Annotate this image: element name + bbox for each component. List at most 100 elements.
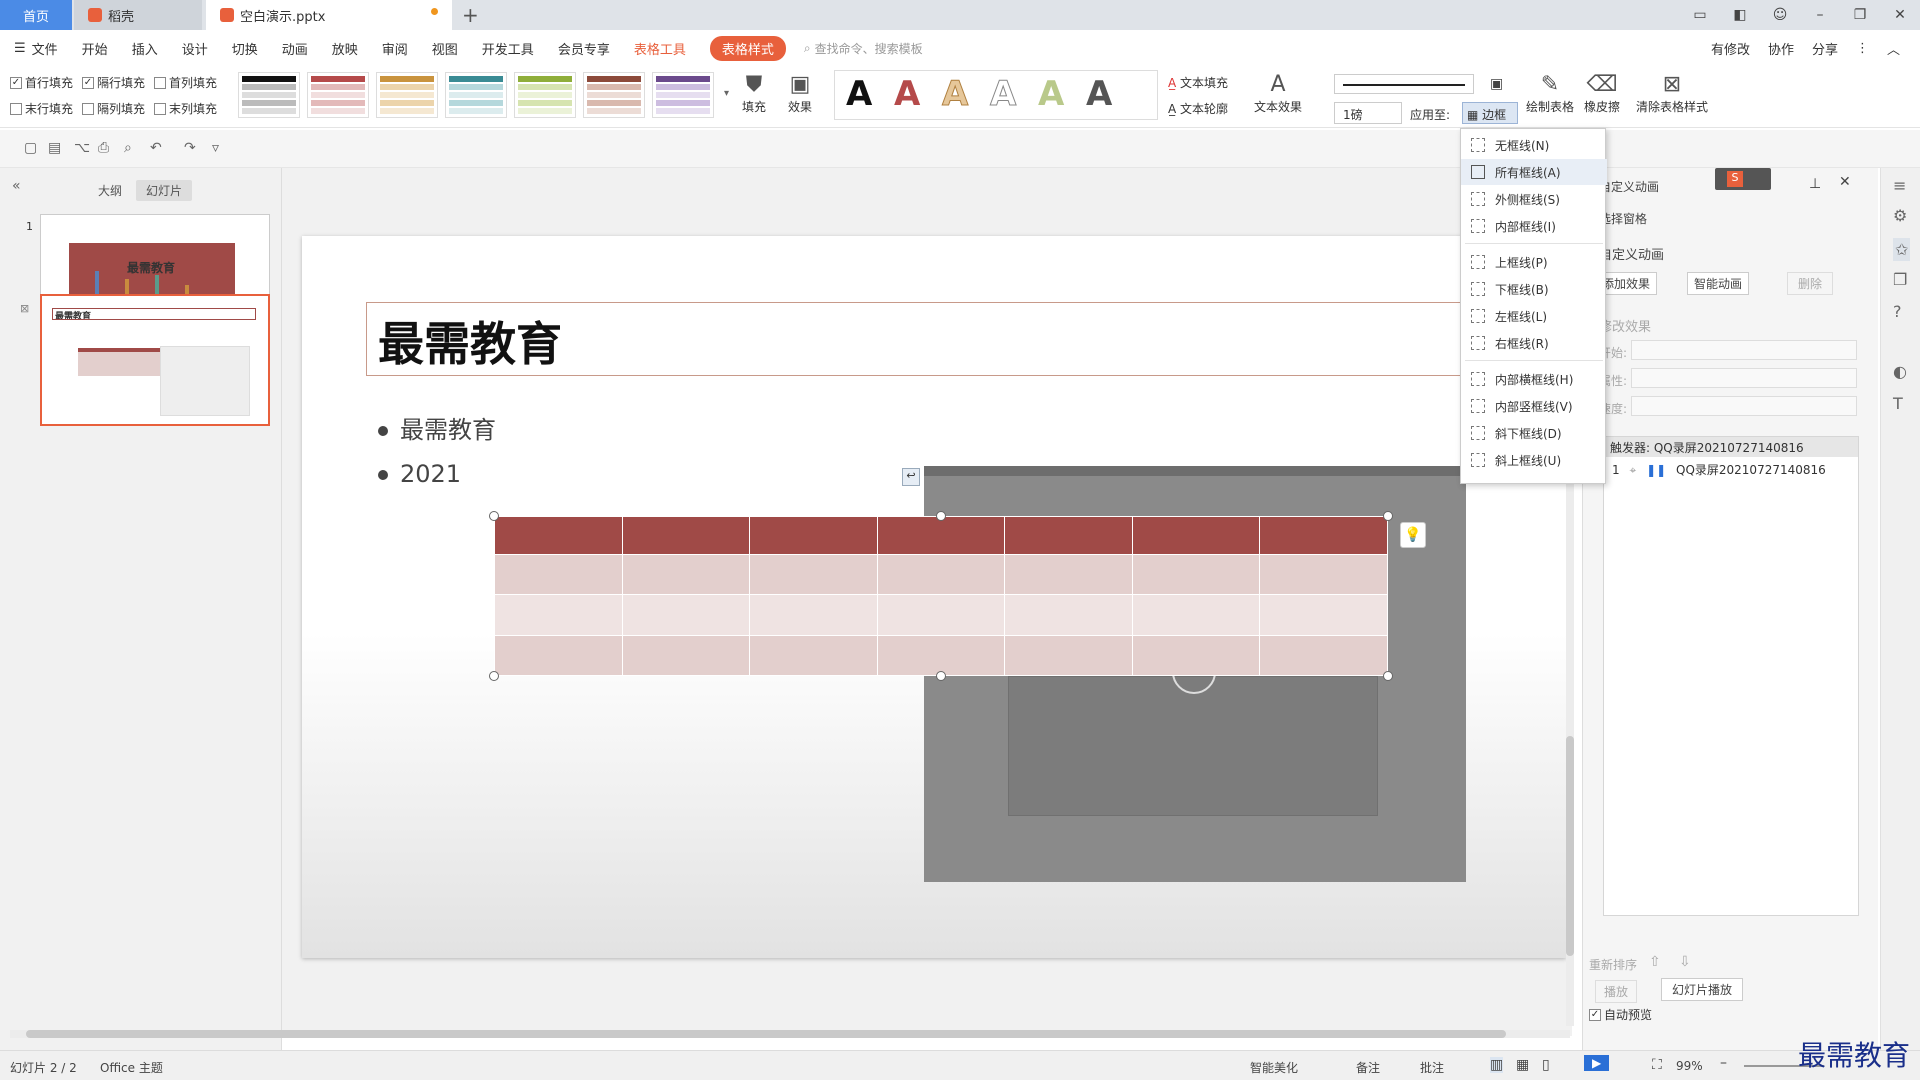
trigger-row[interactable]: 触发器: QQ录屏20210727140816 xyxy=(1604,437,1858,457)
property-select[interactable] xyxy=(1631,368,1857,388)
border-right-option[interactable]: 右框线(R) xyxy=(1461,330,1607,356)
effect-button[interactable]: ▣ 效果 xyxy=(788,72,812,115)
notes-button[interactable]: 备注 xyxy=(1356,1059,1380,1076)
tab-home[interactable]: 首页 xyxy=(0,0,72,30)
modified-button[interactable]: 有修改 xyxy=(1711,39,1750,58)
hamburger-icon[interactable]: ☰ xyxy=(14,41,26,56)
menu-devtools[interactable]: 开发工具 xyxy=(482,39,534,58)
slide-sorter-icon[interactable]: ▦ xyxy=(1516,1057,1529,1073)
more-styles-icon[interactable]: ▾ xyxy=(724,88,729,99)
help-icon[interactable]: ? xyxy=(1893,302,1902,321)
wordart-style-icon[interactable]: A xyxy=(894,74,920,114)
restore-icon[interactable]: ❐ xyxy=(1840,7,1880,23)
border-inside-horizontal-option[interactable]: 内部横框线(H) xyxy=(1461,366,1607,392)
wordart-style-icon[interactable]: A xyxy=(1038,74,1064,114)
normal-view-icon[interactable]: ▥ xyxy=(1490,1057,1504,1073)
minimize-icon[interactable]: – xyxy=(1800,7,1840,23)
border-left-option[interactable]: 左框线(L) xyxy=(1461,303,1607,329)
animation-star-icon[interactable]: ✩ xyxy=(1893,238,1911,261)
tab-daoke[interactable]: 稻壳 xyxy=(74,0,202,30)
horizontal-scrollbar[interactable] xyxy=(10,1030,1570,1038)
palette-icon[interactable]: ◐ xyxy=(1893,362,1907,381)
menu-insert[interactable]: 插入 xyxy=(132,39,158,58)
print-icon[interactable]: ⎙ xyxy=(98,140,109,156)
text-tool-icon[interactable]: T xyxy=(1893,394,1903,413)
play-slideshow-icon[interactable]: ▶ xyxy=(1584,1055,1610,1071)
start-select[interactable] xyxy=(1631,340,1857,360)
menu-file[interactable]: 文件 xyxy=(32,39,58,58)
redo-icon[interactable]: ↷ xyxy=(184,140,196,156)
pin-icon[interactable]: ⊥ xyxy=(1809,176,1821,192)
print-preview-icon[interactable]: ⌕ xyxy=(124,140,132,156)
tab-outline[interactable]: 大纲 xyxy=(88,180,132,201)
slide-thumbnail-2[interactable]: 最需教育 xyxy=(40,294,270,426)
lightbulb-icon[interactable]: 💡 xyxy=(1400,522,1426,548)
draw-table-button[interactable]: ✎ 绘制表格 xyxy=(1526,72,1574,115)
resize-handle[interactable] xyxy=(936,511,946,521)
smart-animation-button[interactable]: 智能动画 xyxy=(1687,272,1750,295)
table-style-swatch[interactable] xyxy=(376,72,438,118)
video-link-icon[interactable]: ↩ xyxy=(902,468,920,486)
banded-col-fill-checkbox[interactable]: 隔列填充 xyxy=(82,100,145,117)
menu-member[interactable]: 会员专享 xyxy=(558,39,610,58)
last-row-fill-checkbox[interactable]: 末行填充 xyxy=(10,100,73,117)
menu-lines-icon[interactable]: ≡ xyxy=(1893,176,1906,195)
clear-table-style-button[interactable]: ⊠ 清除表格样式 xyxy=(1636,72,1708,115)
wordart-style-icon[interactable]: A xyxy=(1086,74,1112,114)
menu-table-style[interactable]: 表格样式 xyxy=(709,35,786,61)
menu-slideshow[interactable]: 放映 xyxy=(332,39,358,58)
text-fill-button[interactable]: A̲ 文本填充 xyxy=(1168,74,1228,91)
layout-icon[interactable]: ▭ xyxy=(1680,7,1720,23)
fit-window-icon[interactable]: ⛶ xyxy=(1652,1057,1662,1073)
line-weight-select[interactable]: 1磅 xyxy=(1334,102,1402,124)
text-outline-button[interactable]: A̲ 文本轮廓 xyxy=(1168,100,1228,117)
menu-review[interactable]: 审阅 xyxy=(382,39,408,58)
line-style-select[interactable] xyxy=(1334,74,1474,94)
more-icon[interactable]: ⋮ xyxy=(1856,41,1869,56)
comments-button[interactable]: 批注 xyxy=(1420,1059,1444,1076)
customize-icon[interactable]: ▿ xyxy=(212,140,219,156)
wordart-style-icon[interactable]: A xyxy=(846,74,872,114)
wordart-style-icon[interactable]: A xyxy=(989,74,1016,115)
avatar[interactable]: ☺ xyxy=(1760,7,1800,23)
collab-button[interactable]: 协作 xyxy=(1768,39,1794,58)
text-effect-button[interactable]: A 文本效果 xyxy=(1254,72,1302,115)
search-command[interactable]: 查找命令、搜索模板 xyxy=(815,40,923,57)
save-icon[interactable]: ▤ xyxy=(48,140,61,156)
bullet-item[interactable]: 2021 xyxy=(378,460,461,488)
animation-list-item[interactable]: 1 ⌖ ❚❚ QQ录屏20210727140816 xyxy=(1604,457,1858,482)
reading-view-icon[interactable]: ▯ xyxy=(1542,1057,1550,1073)
border-inside-vertical-option[interactable]: 内部竖框线(V) xyxy=(1461,393,1607,419)
format-painter-icon[interactable]: ⌥ xyxy=(74,140,90,156)
close-pane-icon[interactable]: ✕ xyxy=(1839,174,1851,190)
zoom-out-icon[interactable]: – xyxy=(1720,1055,1727,1071)
border-none-option[interactable]: 无框线(N) xyxy=(1461,132,1607,158)
banded-row-fill-checkbox[interactable]: ✓ 隔行填充 xyxy=(82,74,145,91)
settings-sliders-icon[interactable]: ⚙ xyxy=(1893,206,1907,225)
menu-table-tools[interactable]: 表格工具 xyxy=(634,39,686,58)
eraser-button[interactable]: ⌫ 橡皮擦 xyxy=(1584,72,1620,115)
last-col-fill-checkbox[interactable]: 末列填充 xyxy=(154,100,217,117)
table-style-swatch[interactable] xyxy=(445,72,507,118)
wordart-style-icon[interactable]: A xyxy=(941,74,968,115)
border-diagonal-down-option[interactable]: 斜下框线(D) xyxy=(1461,420,1607,446)
move-up-icon[interactable]: ⇧ xyxy=(1649,954,1661,970)
border-diagonal-up-option[interactable]: 斜上框线(U) xyxy=(1461,447,1607,473)
collapse-ribbon-icon[interactable]: ︿ xyxy=(1887,39,1900,58)
fill-button[interactable]: ⛊ 填充 xyxy=(742,72,766,115)
border-top-option[interactable]: 上框线(P) xyxy=(1461,249,1607,275)
smart-beautify-button[interactable]: 智能美化 xyxy=(1250,1059,1298,1076)
new-tab-plus-icon[interactable]: + xyxy=(462,3,479,27)
custom-animation-dropdown[interactable]: 自定义动画 xyxy=(1599,178,1659,195)
border-all-option[interactable]: 所有框线(A) xyxy=(1461,159,1607,185)
resize-handle[interactable] xyxy=(489,511,499,521)
table-style-swatch[interactable] xyxy=(307,72,369,118)
menu-animation[interactable]: 动画 xyxy=(282,39,308,58)
move-down-icon[interactable]: ⇩ xyxy=(1679,954,1691,970)
resize-handle[interactable] xyxy=(1383,671,1393,681)
first-col-fill-checkbox[interactable]: 首列填充 xyxy=(154,74,217,91)
slide-title[interactable]: 最需教育 xyxy=(378,308,562,374)
menu-view[interactable]: 视图 xyxy=(432,39,458,58)
share-button[interactable]: 分享 xyxy=(1812,39,1838,58)
undo-icon[interactable]: ↶ xyxy=(150,140,162,156)
